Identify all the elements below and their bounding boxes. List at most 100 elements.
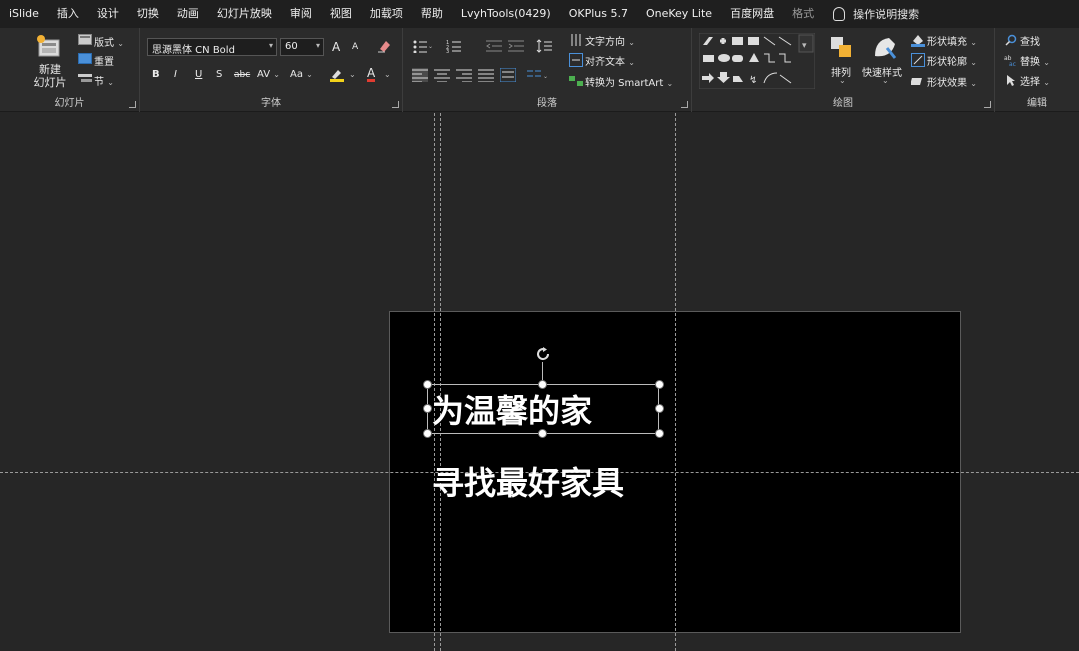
- smartart-icon: [569, 76, 583, 86]
- clear-formatting-icon[interactable]: [377, 39, 391, 53]
- quick-styles-caret[interactable]: ⌄: [882, 76, 889, 85]
- text-direction-icon: [571, 34, 581, 46]
- svg-text:3: 3: [446, 49, 449, 53]
- line-spacing-icon[interactable]: [536, 39, 558, 53]
- font-color-button[interactable]: A: [367, 67, 376, 82]
- rotate-handle-icon[interactable]: [535, 346, 551, 362]
- tab-view[interactable]: 视图: [321, 0, 361, 28]
- font-size-combo[interactable]: 60 ▾: [280, 38, 324, 56]
- align-left-icon[interactable]: [412, 68, 428, 82]
- tab-animations[interactable]: 动画: [168, 0, 208, 28]
- char-spacing-button[interactable]: AV ⌄: [257, 69, 280, 80]
- align-text-button[interactable]: 对齐文本 ⌄: [585, 53, 635, 68]
- shape-effects-icon: [911, 78, 922, 85]
- underline-button[interactable]: U: [195, 69, 202, 80]
- highlight-dropdown-caret[interactable]: ⌄: [349, 70, 356, 79]
- resize-handle-bottom-left[interactable]: [423, 429, 432, 438]
- change-case-button[interactable]: Aa ⌄: [290, 69, 313, 80]
- font-name-combo[interactable]: 思源黑体 CN Bold ▾: [147, 38, 277, 56]
- new-slide-button[interactable]: 新建 幻灯片: [26, 63, 74, 89]
- new-slide-icon: [37, 35, 60, 57]
- resize-handle-bottom[interactable]: [538, 429, 547, 438]
- columns-icon[interactable]: ⌄: [527, 68, 549, 82]
- headline-text-line2[interactable]: 寻找最好家具: [432, 458, 624, 504]
- tab-format[interactable]: 格式: [783, 0, 823, 28]
- shrink-font-button[interactable]: A: [352, 42, 358, 52]
- tab-islide[interactable]: iSlide: [0, 0, 48, 28]
- paragraph-dialog-launcher[interactable]: [681, 101, 688, 108]
- distributed-icon[interactable]: [500, 68, 516, 82]
- arrange-caret[interactable]: ⌄: [839, 76, 846, 85]
- shape-fill-icon: [911, 35, 925, 47]
- tab-insert[interactable]: 插入: [48, 0, 88, 28]
- tell-me-search[interactable]: 操作说明搜索: [823, 6, 919, 22]
- resize-handle-left[interactable]: [423, 404, 432, 413]
- tab-okplus[interactable]: OKPlus 5.7: [560, 0, 637, 28]
- align-right-icon[interactable]: [456, 68, 472, 82]
- svg-text:ac: ac: [1009, 61, 1016, 66]
- group-editing: 查找 ab ac 替换 ⌄ 选择 ⌄ 编辑: [995, 28, 1079, 112]
- numbering-icon[interactable]: 123: [446, 39, 466, 53]
- align-text-icon: [569, 53, 583, 67]
- drawing-dialog-launcher[interactable]: [984, 101, 991, 108]
- shape-effects-button[interactable]: 形状效果 ⌄: [927, 74, 977, 89]
- bullets-icon[interactable]: ⌄: [412, 39, 432, 53]
- vertical-guide[interactable]: [440, 113, 441, 651]
- tab-slideshow[interactable]: 幻灯片放映: [208, 0, 281, 28]
- tab-baidu-netdisk[interactable]: 百度网盘: [721, 0, 783, 28]
- italic-button[interactable]: I: [174, 69, 177, 80]
- resize-handle-top-right[interactable]: [655, 380, 664, 389]
- group-drawing: ↯ ▾ 排列 ⌄ 快速样式 ⌄ 形状填充 ⌄ 形状轮廓 ⌄ 形状效果 ⌄ 绘图: [692, 28, 995, 112]
- shape-fill-button[interactable]: 形状填充 ⌄: [927, 33, 977, 48]
- font-color-dropdown-caret[interactable]: ⌄: [384, 70, 391, 79]
- resize-handle-bottom-right[interactable]: [655, 429, 664, 438]
- svg-text:↯: ↯: [749, 75, 757, 86]
- selection-box[interactable]: [427, 384, 659, 434]
- shapes-gallery[interactable]: ↯ ▾: [699, 33, 815, 89]
- justify-icon[interactable]: [478, 68, 494, 82]
- highlight-color-icon[interactable]: [329, 68, 345, 82]
- shape-outline-button[interactable]: 形状轮廓 ⌄: [927, 53, 977, 68]
- svg-text:⌄: ⌄: [428, 43, 432, 50]
- tab-lvyhtools[interactable]: LvyhTools(0429): [452, 0, 560, 28]
- resize-handle-top[interactable]: [538, 380, 547, 389]
- layout-button[interactable]: 版式 ⌄: [94, 34, 124, 49]
- section-button[interactable]: 节 ⌄: [94, 73, 114, 88]
- reset-button[interactable]: 重置: [94, 53, 114, 68]
- ribbon-tab-bar: iSlide 插入 设计 切换 动画 幻灯片放映 审阅 视图 加载项 帮助 Lv…: [0, 0, 1079, 28]
- layout-icon: [78, 34, 92, 45]
- tab-review[interactable]: 审阅: [281, 0, 321, 28]
- svg-text:▾: ▾: [802, 41, 807, 51]
- replace-button[interactable]: 替换 ⌄: [1020, 53, 1050, 68]
- lightbulb-icon: [833, 7, 846, 21]
- decrease-indent-icon[interactable]: [486, 39, 502, 53]
- tab-onekey-lite[interactable]: OneKey Lite: [637, 0, 721, 28]
- tab-transitions[interactable]: 切换: [128, 0, 168, 28]
- text-direction-button[interactable]: 文字方向 ⌄: [585, 33, 635, 48]
- text-shadow-button[interactable]: S: [216, 69, 222, 80]
- slides-dialog-launcher[interactable]: [129, 101, 136, 108]
- align-center-icon[interactable]: [434, 68, 450, 82]
- tab-help[interactable]: 帮助: [412, 0, 452, 28]
- tab-design[interactable]: 设计: [88, 0, 128, 28]
- group-label-editing: 编辑: [1027, 98, 1047, 109]
- increase-indent-icon[interactable]: [508, 39, 524, 53]
- group-paragraph: ⌄ 123 文字方向 ⌄ 对齐文本 ⌄ 转换为 SmartArt ⌄ ⌄ 段落: [403, 28, 692, 112]
- select-cursor-icon: [1007, 75, 1015, 86]
- strikethrough-button[interactable]: abc: [234, 70, 250, 80]
- vertical-guide[interactable]: [434, 113, 435, 651]
- convert-smartart-button[interactable]: 转换为 SmartArt ⌄: [585, 74, 673, 89]
- find-button[interactable]: 查找: [1020, 33, 1040, 48]
- vertical-guide[interactable]: [675, 113, 676, 651]
- select-button[interactable]: 选择 ⌄: [1020, 73, 1050, 88]
- resize-handle-right[interactable]: [655, 404, 664, 413]
- resize-handle-top-left[interactable]: [423, 380, 432, 389]
- grow-font-button[interactable]: A: [332, 40, 340, 54]
- bold-button[interactable]: B: [152, 69, 160, 80]
- group-label-drawing: 绘图: [833, 98, 853, 109]
- font-dialog-launcher[interactable]: [392, 101, 399, 108]
- group-label-paragraph: 段落: [537, 98, 557, 109]
- replace-icon: abac: [1004, 55, 1016, 66]
- tab-addins[interactable]: 加载项: [361, 0, 412, 28]
- group-slides: 新建 幻灯片 版式 ⌄ 重置 节 ⌄ 幻灯片: [0, 28, 140, 112]
